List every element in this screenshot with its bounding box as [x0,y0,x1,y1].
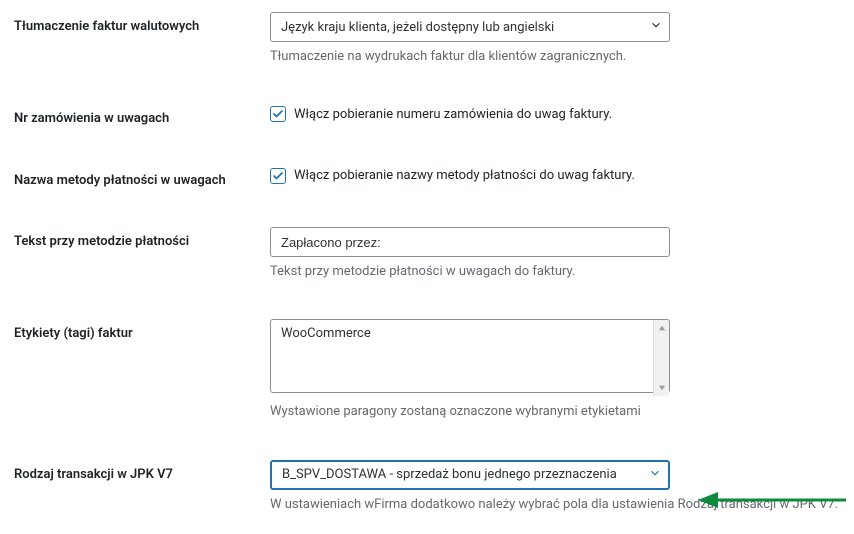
transaction-type-description: W ustawieniach wFirma dodatkowo należy w… [270,496,840,514]
order-number-label: Nr zamówienia w uwagach [14,104,270,128]
payment-name-checkbox[interactable] [270,168,286,184]
tags-textarea[interactable]: WooCommerce [270,319,670,393]
scroll-down-icon [654,380,669,396]
transaction-type-label: Rodzaj transakcji w JPK V7 [14,460,270,484]
tags-description: Wystawione paragony zostaną oznaczone wy… [270,403,840,421]
translation-select[interactable]: Język kraju klienta, jeżeli dostępny lub… [270,12,670,42]
transaction-type-select-value: B_SPV_DOSTAWA - sprzedaż bonu jednego pr… [282,467,617,482]
payment-name-label: Nazwa metody płatności w uwagach [14,166,270,190]
payment-name-checkbox-label: Włącz pobieranie nazwy metody płatności … [294,168,635,183]
tags-label: Etykiety (tagi) faktur [14,319,270,343]
transaction-type-select[interactable]: B_SPV_DOSTAWA - sprzedaż bonu jednego pr… [270,460,670,490]
payment-text-input[interactable] [270,227,670,257]
payment-text-label: Tekst przy metodzie płatności [14,227,270,251]
scroll-up-icon [654,320,669,336]
payment-text-description: Tekst przy metodzie płatności w uwagach … [270,263,840,281]
order-number-checkbox[interactable] [270,106,286,122]
translation-description: Tłumaczenie na wydrukach faktur dla klie… [270,48,840,66]
order-number-checkbox-label: Włącz pobieranie numeru zamówienia do uw… [294,107,612,122]
chevron-down-icon [649,18,663,36]
chevron-down-icon [648,466,662,484]
translation-label: Tłumaczenie faktur walutowych [14,12,270,36]
translation-select-value: Język kraju klienta, jeżeli dostępny lub… [281,20,554,35]
scrollbar[interactable] [653,320,669,396]
